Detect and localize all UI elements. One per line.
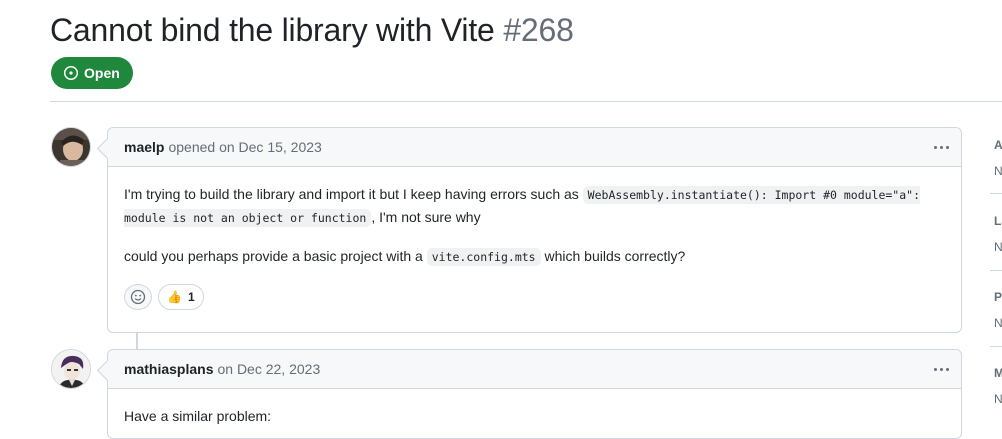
- comment-paragraph: Have a similar problem:: [124, 408, 272, 424]
- comment-body: Have a similar problem:: [108, 389, 961, 427]
- kebab-horizontal-icon[interactable]: [931, 359, 951, 379]
- inline-code: vite.config.mts: [426, 248, 541, 266]
- comment-text: I'm trying to build the library and impo…: [124, 186, 583, 202]
- reaction-thumbs-up[interactable]: 👍 1: [158, 284, 204, 310]
- sidebar-heading[interactable]: P: [994, 290, 1002, 304]
- issue-opened-icon: [63, 65, 79, 81]
- sidebar-divider: [990, 193, 1002, 194]
- issue-state-label: Open: [84, 65, 120, 81]
- issue-number: #268: [503, 12, 574, 48]
- issue-title: Cannot bind the library with Vite #268: [50, 12, 574, 49]
- kebab-horizontal-icon[interactable]: [931, 137, 951, 157]
- comment-text: which builds correctly?: [540, 248, 686, 264]
- avatar-maelp[interactable]: [51, 127, 91, 167]
- comment-text: could you perhaps provide a basic projec…: [124, 248, 427, 264]
- sidebar-value: N: [994, 164, 1002, 178]
- comment-text: , I'm not sure why: [371, 209, 481, 225]
- reaction-count: 1: [187, 290, 195, 304]
- comment-author[interactable]: mathiasplans: [124, 361, 213, 377]
- comment-paragraph: could you perhaps provide a basic projec…: [124, 245, 945, 268]
- comment-card: mathiasplans on Dec 22, 2023 Have a simi…: [107, 349, 962, 439]
- header-divider: [50, 101, 1002, 102]
- comment-header: mathiasplans on Dec 22, 2023: [108, 350, 961, 389]
- smiley-icon: [130, 289, 146, 305]
- sidebar-divider: [990, 346, 1002, 347]
- timeline-connector: [136, 333, 138, 349]
- avatar-mathiasplans[interactable]: [51, 349, 91, 389]
- sidebar-value: N: [994, 240, 1002, 254]
- add-reaction-button[interactable]: [124, 284, 152, 310]
- comment-meta[interactable]: on Dec 22, 2023: [217, 361, 320, 377]
- sidebar-value: N: [994, 316, 1002, 330]
- thumbs-up-icon: 👍: [167, 290, 182, 304]
- issue-title-text: Cannot bind the library with Vite: [50, 12, 495, 48]
- sidebar-heading[interactable]: La: [994, 214, 1002, 228]
- sidebar-divider: [990, 270, 1002, 271]
- comment-card: maelp opened on Dec 15, 2023 I'm trying …: [107, 127, 962, 333]
- sidebar-value: N: [994, 392, 1002, 406]
- comment-body: I'm trying to build the library and impo…: [108, 167, 961, 268]
- comment-meta[interactable]: opened on Dec 15, 2023: [168, 139, 321, 155]
- comment-author[interactable]: maelp: [124, 139, 164, 155]
- comment-paragraph: I'm trying to build the library and impo…: [124, 183, 945, 229]
- reactions-bar: 👍 1: [108, 284, 961, 324]
- sidebar-heading[interactable]: M: [994, 366, 1002, 380]
- sidebar-heading[interactable]: A: [994, 138, 1002, 152]
- issue-state-badge: Open: [51, 57, 133, 89]
- comment-header: maelp opened on Dec 15, 2023: [108, 128, 961, 167]
